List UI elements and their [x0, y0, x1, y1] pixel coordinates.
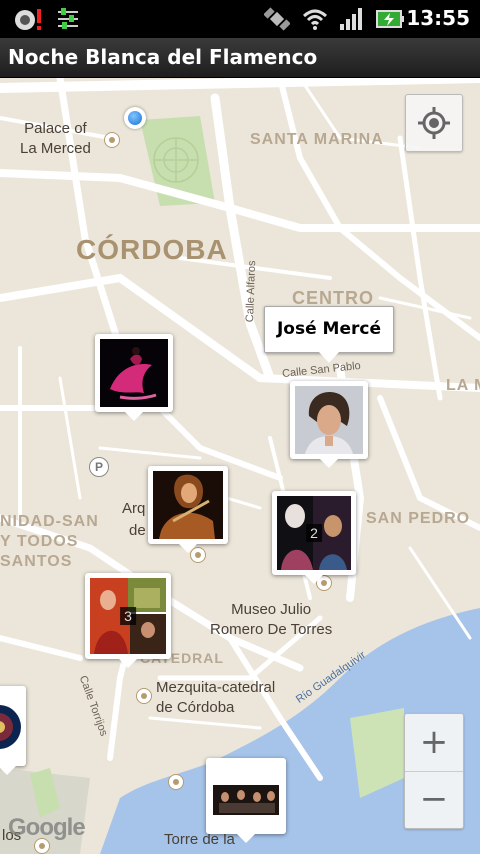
label-mezquita: Mezquita-catedral de Córdoba [156, 679, 276, 716]
parking-icon: P [89, 457, 109, 477]
app-title-bar: Noche Blanca del Flamenco [0, 38, 480, 78]
status-bar: 13:55 [0, 0, 480, 38]
satellite-icon [264, 7, 290, 31]
dancer-red-dress-image [100, 339, 168, 407]
label-palace: Palace of La Merced [20, 120, 91, 157]
cluster-2-photo: 2 [277, 496, 351, 570]
zoom-in-button[interactable]: + [405, 714, 463, 772]
photo-marker-jose-merce[interactable] [290, 381, 368, 468]
battery-charging-icon [376, 10, 404, 28]
bubble-title: José Mercé [276, 319, 381, 339]
guitarist-photo [153, 471, 223, 539]
marker-info-bubble[interactable]: José Mercé [264, 306, 394, 363]
edge-marker-image [0, 691, 21, 761]
photo-marker-stage[interactable] [206, 758, 286, 843]
label-la-m: LA M [446, 377, 480, 394]
label-nidad-san: NIDAD-SAN Y TODOS SANTOS [0, 513, 99, 570]
cluster-3-photo: 3 [90, 578, 166, 654]
cluster-3-count: 3 [120, 607, 136, 625]
photo-marker-cluster-2[interactable]: 2 [272, 491, 356, 584]
label-santa-marina: SANTA MARINA [250, 131, 384, 148]
dancer-photo [100, 339, 168, 407]
current-location-dot [124, 107, 146, 129]
label-museo: Museo Julio Romero De Torres [210, 601, 333, 638]
label-cordoba: CÓRDOBA [76, 234, 228, 265]
zoom-out-button[interactable]: − [405, 771, 463, 828]
jose-merce-photo [295, 386, 363, 454]
zoom-controls: + − [404, 713, 464, 829]
photo-marker-edge[interactable] [0, 686, 26, 775]
edge-photo [0, 691, 21, 761]
photo-marker-guitarist[interactable] [148, 466, 228, 553]
stage-photo [211, 763, 281, 829]
signal-icon [340, 8, 362, 30]
label-san-pedro: SAN PEDRO [366, 510, 471, 527]
settings-sliders-icon [58, 8, 78, 29]
guitarist-woman-image [153, 471, 223, 539]
app-title: Noche Blanca del Flamenco [8, 45, 318, 69]
torre-poi-icon [168, 774, 184, 790]
stage-group-image [211, 763, 281, 829]
google-logo: Google [8, 814, 86, 841]
photo-marker-cluster-3[interactable]: 3 [85, 573, 171, 668]
crosshair-icon [418, 107, 450, 139]
status-time: 13:55 [406, 6, 470, 30]
mezquita-poi-icon [136, 688, 152, 704]
photo-marker-dancer[interactable] [95, 334, 173, 421]
notification-alert-icon [15, 9, 41, 30]
jose-merce-image [295, 386, 363, 454]
map-view[interactable]: Palace of La Merced SANTA MARINA CÓRDOBA… [0, 78, 480, 854]
cluster-2-count: 2 [306, 524, 322, 542]
palace-poi-icon [104, 132, 120, 148]
my-location-button[interactable] [405, 94, 463, 152]
wifi-icon [302, 9, 328, 30]
label-calle-alfaros: Calle Alfaros [244, 260, 259, 323]
label-arq: Arq [122, 500, 146, 517]
label-de: de [129, 522, 146, 539]
